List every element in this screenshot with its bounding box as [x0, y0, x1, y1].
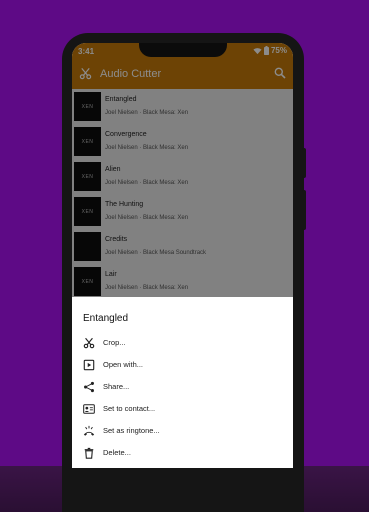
menu-item-label: Crop... [103, 338, 126, 347]
menu-item-crop[interactable]: Crop... [72, 332, 293, 354]
app-screen: 3:41 75% Audio Cutter XEN Entangled Joel… [72, 43, 293, 468]
contact-card-icon [83, 404, 95, 414]
volume-button [302, 148, 306, 178]
menu-item-delete[interactable]: Delete... [72, 442, 293, 464]
share-icon [84, 381, 94, 393]
bottom-sheet: Entangled Crop... Open with... Share... … [72, 297, 293, 468]
play-box-icon [83, 359, 95, 371]
sheet-title: Entangled [83, 313, 129, 324]
trash-icon [84, 447, 94, 459]
menu-item-set-as-ringtone[interactable]: Set as ringtone... [72, 420, 293, 442]
menu-item-label: Open with... [103, 360, 144, 369]
ringtone-icon [83, 425, 95, 436]
menu-item-label: Set to contact... [103, 404, 156, 413]
menu-item-set-to-contact[interactable]: Set to contact... [72, 398, 293, 420]
menu-item-label: Delete... [103, 448, 131, 457]
scissors-icon [83, 337, 95, 349]
power-button [302, 190, 306, 230]
menu-item-share[interactable]: Share... [72, 376, 293, 398]
menu-item-label: Set as ringtone... [103, 426, 160, 435]
menu-item-label: Share... [103, 382, 130, 391]
menu-item-open-with[interactable]: Open with... [72, 354, 293, 376]
